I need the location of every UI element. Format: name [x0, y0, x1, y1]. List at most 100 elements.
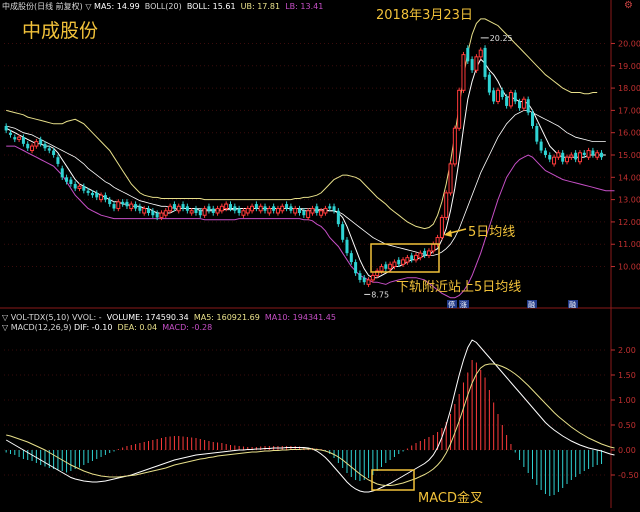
event-marker-label: 融: [569, 300, 576, 309]
candle-body-down: [483, 47, 487, 77]
candle-body-up: [293, 208, 298, 214]
candle-body-down: [543, 150, 547, 155]
candle-body-down: [112, 204, 116, 209]
candle-body-down: [147, 208, 151, 213]
macd-name: MACD(12,26,9): [10, 323, 72, 332]
macd-tick-label: 2.00: [618, 346, 636, 355]
candle-body-down: [548, 155, 552, 160]
price-tick-label: 19.00: [618, 62, 640, 71]
candle-body-down: [233, 206, 237, 211]
grid-lines: [0, 0, 640, 508]
candle-body-up: [250, 205, 255, 212]
candle-body-down: [254, 204, 258, 209]
candle-body-down: [56, 157, 60, 164]
dea-line: [6, 363, 615, 486]
candle-body-down: [591, 150, 595, 155]
candle-body-down: [530, 112, 535, 126]
candle-body-down: [466, 47, 470, 62]
candle-body-up: [565, 156, 570, 163]
price-tick-label: 10.00: [618, 263, 640, 272]
candle-body-down: [103, 195, 107, 200]
price-tick-label: 12.00: [618, 218, 640, 227]
boll-label: BOLL(20): [144, 2, 182, 11]
ub-readout: UB: 17.81: [240, 2, 281, 11]
candle-body-down: [354, 262, 358, 274]
dif-readout: DIF: -0.10: [74, 323, 113, 332]
candle-body-down: [272, 206, 276, 211]
candle-body-down: [358, 273, 362, 280]
candle-body-down: [518, 101, 522, 109]
candle-body-down: [285, 204, 289, 209]
candle-body-down: [138, 206, 142, 211]
candle-body-up: [595, 152, 600, 158]
candle-body-up: [461, 54, 466, 91]
candle-body-down: [73, 184, 77, 189]
candle-body-up: [245, 208, 250, 214]
candle-body-up: [392, 261, 397, 268]
candle-body-down: [125, 201, 129, 207]
candle-body-up: [379, 266, 384, 272]
candle-body-up: [426, 250, 431, 256]
macd-tick-label: 1.00: [618, 396, 636, 405]
candle-body-down: [315, 206, 319, 213]
candle-body-down: [155, 213, 159, 218]
candle-body-down: [43, 143, 47, 149]
candle-body-down: [341, 224, 345, 240]
candle-body-up: [521, 98, 526, 109]
candle-body-up: [556, 152, 561, 158]
candle-body-down: [328, 206, 332, 209]
candle-body-up: [159, 212, 164, 218]
candle-body-up: [17, 136, 22, 140]
candle-body-up: [241, 210, 246, 216]
candle-body-up: [418, 252, 423, 259]
candle-body-down: [60, 168, 64, 178]
candle-body-down: [69, 179, 73, 184]
vol-ma5-readout: MA5: 160921.69: [193, 313, 260, 322]
candle-body-up: [306, 210, 311, 218]
candle-body-down: [526, 99, 530, 113]
candle-body-down: [65, 177, 69, 182]
chart-stage: 20.00 19.00 18.00 17.00 16.00 15.00 14.00 13.00…: [0, 0, 640, 508]
candle-body-up: [30, 145, 35, 152]
candle-body-up: [189, 210, 194, 214]
vol-name: VOL-TDX(5,10): [10, 313, 70, 322]
price-panel: [4, 18, 615, 299]
candle-body-down: [362, 277, 366, 283]
candle-body-down: [228, 204, 233, 209]
candle-body-up: [215, 208, 220, 214]
candle-body-down: [539, 141, 543, 151]
candle-body-up: [129, 203, 134, 210]
candle-body-down: [95, 192, 99, 198]
boll-mid-line: [6, 110, 606, 256]
candle-body-up: [401, 259, 406, 265]
candle-body-down: [172, 204, 176, 209]
candle-body-down: [151, 210, 155, 216]
candle-body-up: [569, 154, 574, 158]
macd-readout: MACD: -0.28: [162, 323, 213, 332]
ma5-line: [5, 58, 606, 279]
candle-body-up: [414, 254, 419, 261]
event-marker-label: 停: [448, 300, 455, 309]
price-tick-label: 16.00: [618, 129, 640, 138]
candle-body-down: [470, 59, 474, 71]
candle-body-down: [423, 250, 427, 256]
candle-body-up: [495, 89, 500, 102]
candle-body-up: [370, 274, 375, 281]
triangle-icon[interactable]: ▽: [2, 313, 8, 322]
candle-body-up: [552, 156, 557, 165]
candle-body-down: [82, 186, 86, 191]
candle-body-down: [47, 148, 51, 151]
event-marker-label: 涨: [460, 300, 467, 309]
stock-chart-svg: 20.00 19.00 18.00 17.00 16.00 15.00 14.00 13.00…: [0, 0, 640, 508]
candle-body-down: [90, 192, 94, 196]
settings-icon[interactable]: ⚙: [624, 0, 633, 11]
triangle-icon[interactable]: ▽: [2, 323, 8, 332]
candle-body-up: [323, 208, 328, 214]
candle-body-down: [535, 126, 539, 142]
boll-readout: BOLL: 15.61: [186, 2, 236, 11]
boll-lower-line: [6, 145, 615, 299]
y-axis: 20.00 19.00 18.00 17.00 16.00 15.00 14.00 13.00…: [611, 39, 640, 480]
candle-body-down: [86, 190, 90, 193]
triangle-icon[interactable]: ▽: [85, 2, 91, 11]
dif-line: [5, 339, 615, 493]
